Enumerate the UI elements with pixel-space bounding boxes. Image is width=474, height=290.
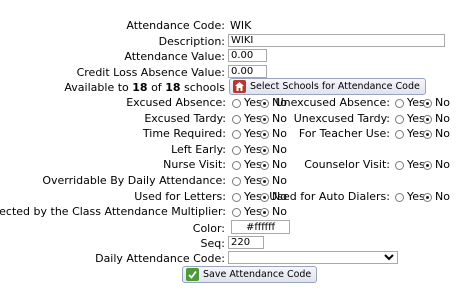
left-field-no-radio[interactable] <box>260 192 269 202</box>
left-field-yes-radio[interactable] <box>232 130 241 140</box>
left-field-no-radio[interactable] <box>260 208 269 218</box>
left-field-yes-radio[interactable] <box>232 99 241 108</box>
right-field-label: Unexcused Absence: <box>275 96 390 109</box>
right-field-no-radio[interactable] <box>423 161 432 171</box>
attendance-value-label: Attendance Value: <box>124 50 225 63</box>
select-schools-button[interactable]: Select Schools for Attendance Code <box>229 78 426 95</box>
right-field-yes-radio[interactable] <box>395 99 404 108</box>
left-field-no-radio[interactable] <box>260 145 269 155</box>
no-label: No <box>272 158 287 172</box>
right-field-yes-radio[interactable] <box>395 130 404 140</box>
left-field-no-radio[interactable] <box>260 99 269 108</box>
right-field-label: Counselor Visit: <box>304 158 390 172</box>
daily-code-label: Daily Attendance Code: <box>95 252 225 265</box>
left-field-label: Affected by the Class Attendance Multipl… <box>0 205 226 219</box>
left-field-no-radio[interactable] <box>260 114 269 124</box>
right-field-yes-radio[interactable] <box>395 161 404 171</box>
credit-loss-input[interactable] <box>228 65 267 78</box>
attendance-code-value: WIK <box>230 19 252 32</box>
left-field-no-radio[interactable] <box>260 161 269 171</box>
school-icon <box>233 80 246 93</box>
daily-code-select[interactable] <box>228 251 398 264</box>
no-label: No <box>272 205 287 219</box>
right-field-no-radio[interactable] <box>423 130 432 140</box>
seq-label: Seq: <box>200 237 225 250</box>
right-field-label: Unexcused Tardy: <box>293 111 390 125</box>
left-field-yes-radio[interactable] <box>232 208 241 218</box>
right-field-no-radio[interactable] <box>423 192 432 202</box>
no-label: No <box>272 127 287 141</box>
left-field-yes-radio[interactable] <box>232 145 241 155</box>
check-icon <box>186 268 199 281</box>
color-label: Color: <box>192 222 225 235</box>
left-field-no-radio[interactable] <box>260 130 269 140</box>
no-label: No <box>435 189 450 203</box>
no-label: No <box>272 111 287 125</box>
no-label: No <box>435 96 450 109</box>
left-field-yes-radio[interactable] <box>232 192 241 202</box>
no-label: No <box>435 127 450 141</box>
availability-text: Available to 18 of 18 schools <box>64 81 225 94</box>
attendance-code-label: Attendance Code: <box>126 19 225 32</box>
attendance-value-input[interactable] <box>228 49 267 62</box>
left-field-label: Used for Letters: <box>134 189 226 203</box>
right-field-label: Used for Auto Dialers: <box>269 189 390 203</box>
no-label: No <box>272 142 287 156</box>
color-input[interactable] <box>231 220 290 234</box>
save-label: Save Attendance Code <box>203 269 312 280</box>
select-schools-label: Select Schools for Attendance Code <box>250 81 420 92</box>
left-field-yes-radio[interactable] <box>232 177 241 186</box>
description-label: Description: <box>158 35 225 48</box>
left-field-label: Time Required: <box>142 127 226 141</box>
seq-input[interactable] <box>228 236 264 249</box>
save-button[interactable]: Save Attendance Code <box>182 266 318 283</box>
right-field-yes-radio[interactable] <box>395 192 404 202</box>
left-field-label: Left Early: <box>171 142 226 156</box>
no-label: No <box>435 158 450 172</box>
left-field-label: Excused Tardy: <box>144 111 226 125</box>
right-field-no-radio[interactable] <box>423 99 432 108</box>
right-field-no-radio[interactable] <box>423 114 432 124</box>
right-field-yes-radio[interactable] <box>395 114 404 124</box>
left-field-label: Nurse Visit: <box>163 158 226 172</box>
description-input[interactable] <box>228 34 445 47</box>
credit-loss-label: Credit Loss Absence Value: <box>76 66 225 79</box>
left-field-no-radio[interactable] <box>260 177 269 186</box>
left-field-label: Excused Absence: <box>126 96 226 109</box>
left-field-yes-radio[interactable] <box>232 161 241 171</box>
right-field-label: For Teacher Use: <box>298 127 390 141</box>
left-field-yes-radio[interactable] <box>232 114 241 124</box>
left-field-label: Overridable By Daily Attendance: <box>42 174 226 187</box>
no-label: No <box>272 174 287 187</box>
no-label: No <box>435 111 450 125</box>
